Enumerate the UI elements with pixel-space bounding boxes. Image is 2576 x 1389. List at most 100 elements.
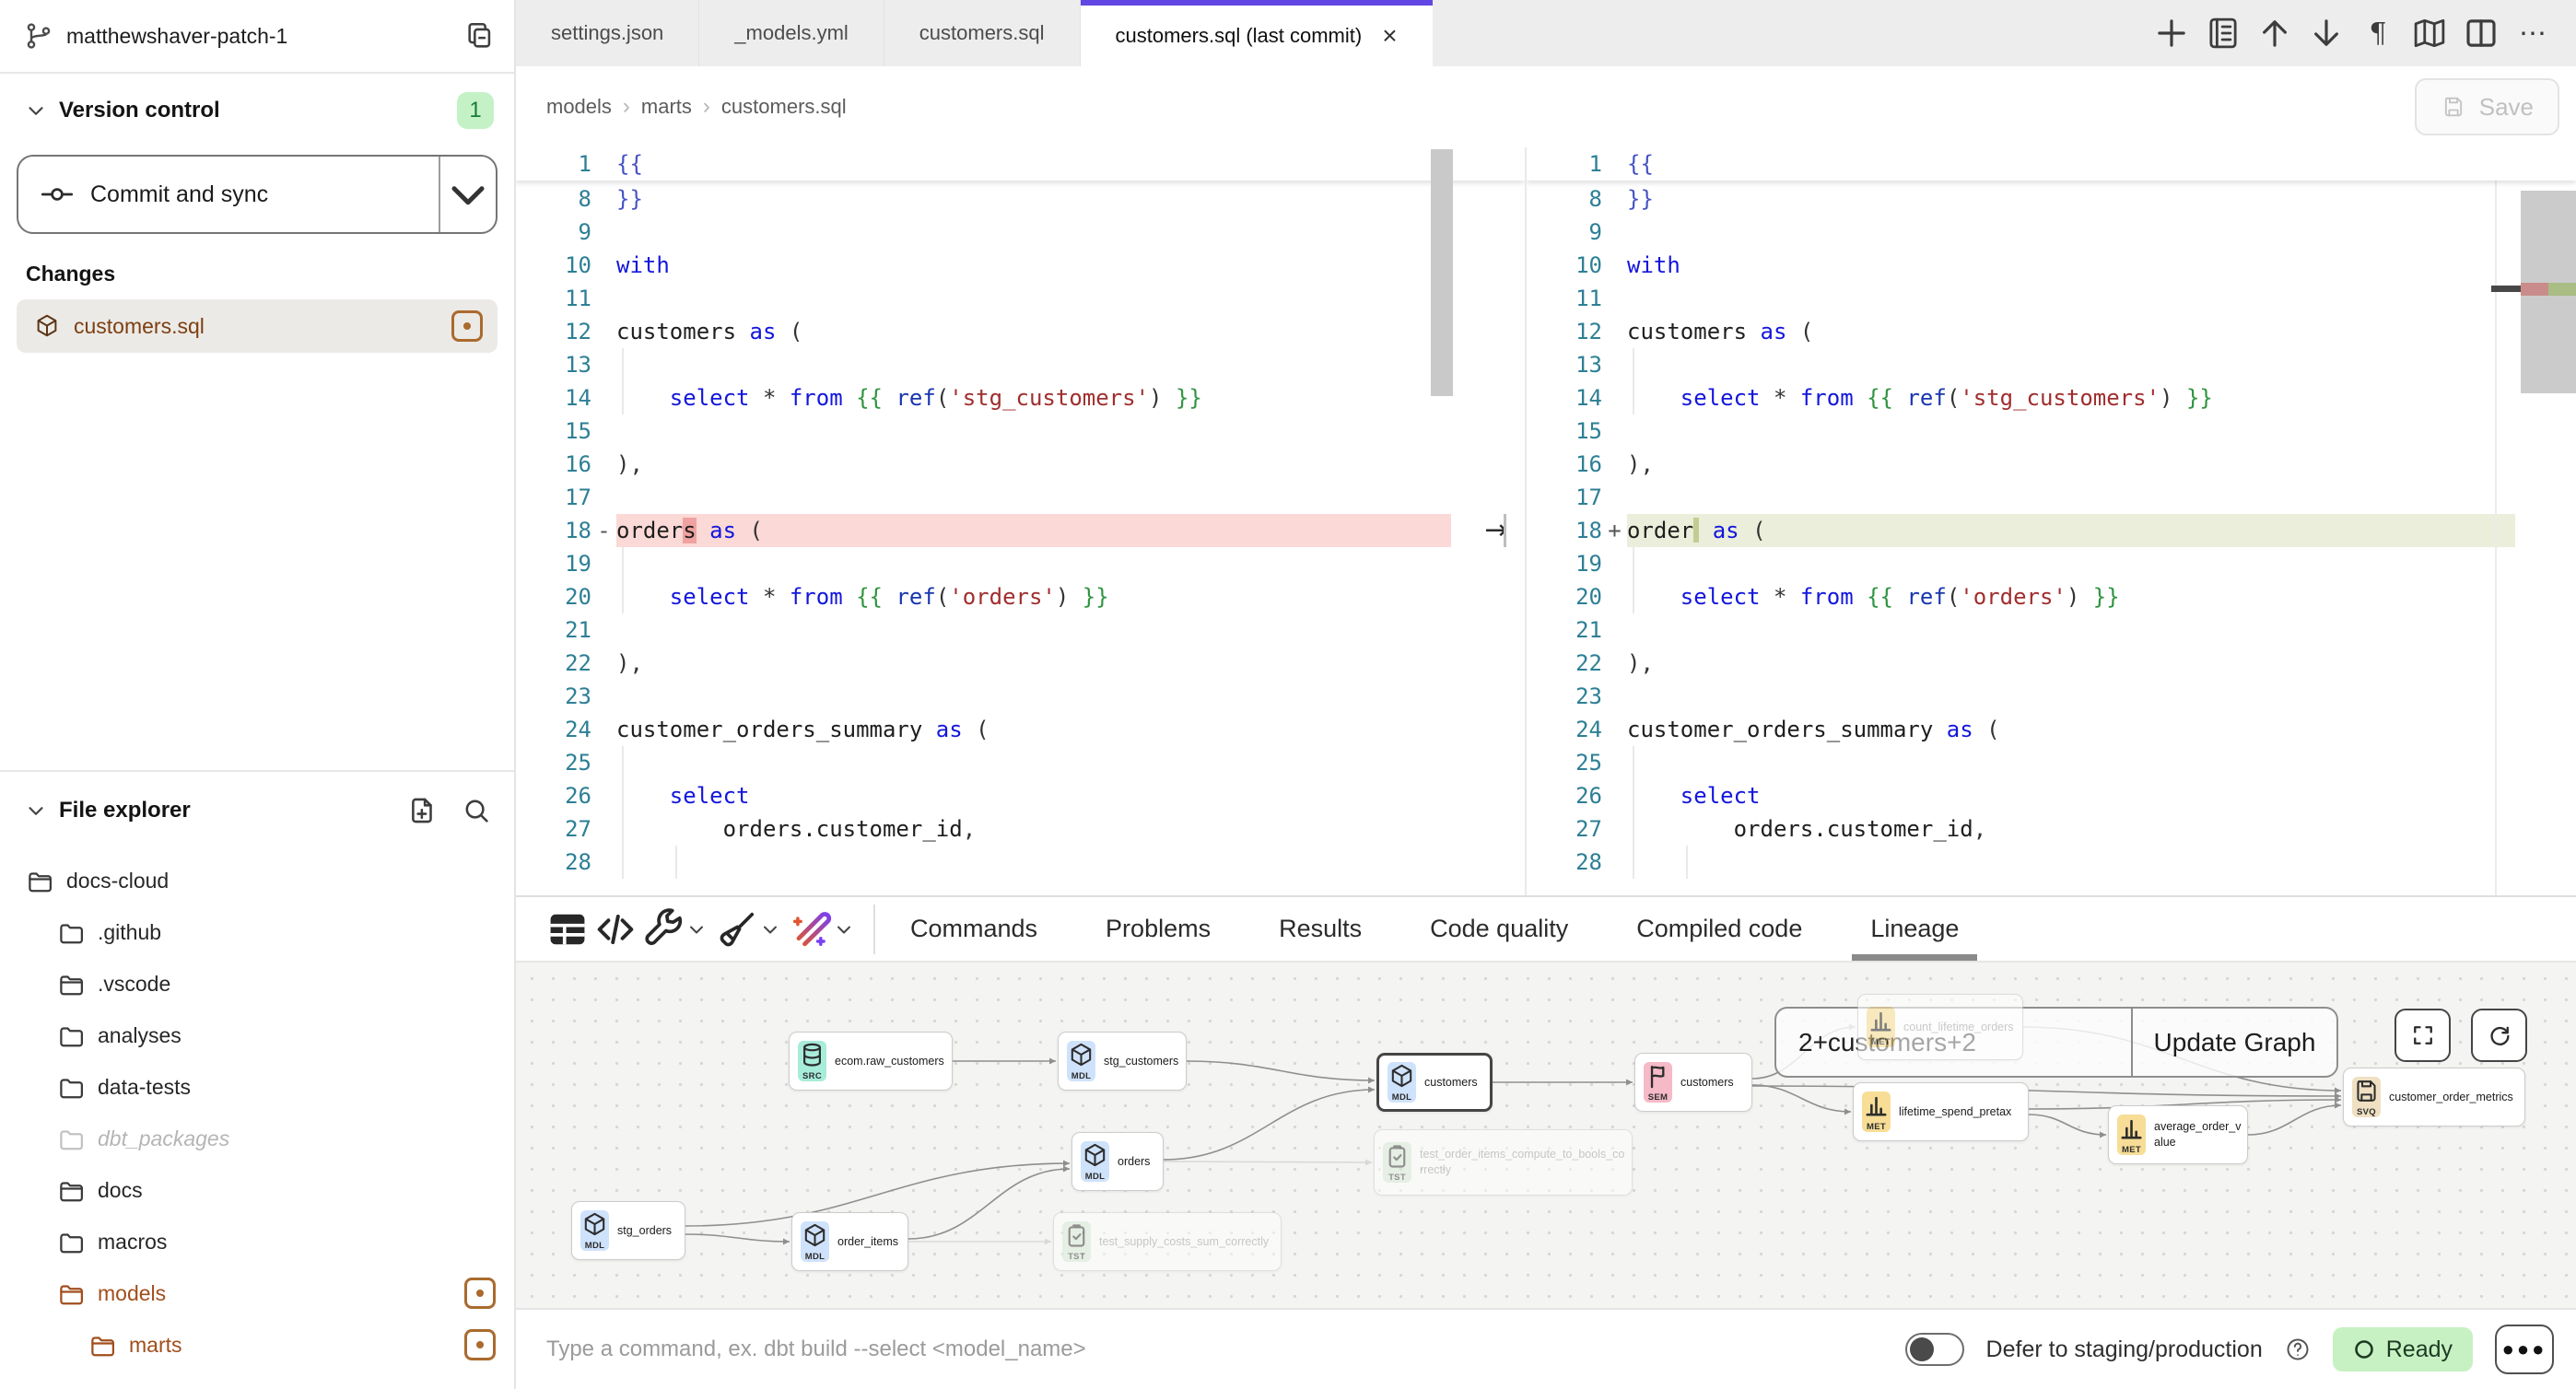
commit-and-sync-button[interactable]: Commit and sync (17, 155, 498, 234)
more-options-button[interactable]: ●●● (2495, 1325, 2554, 1374)
editor-header: models›marts›customers.sql Save (516, 66, 2576, 147)
diff-pane-original[interactable]: 8}}910with1112customers as (1314 select … (516, 147, 1527, 895)
tab-settings-json[interactable]: settings.json (516, 0, 699, 66)
file-tree-item-docs-cloud[interactable]: docs-cloud (0, 855, 514, 906)
lineage-node-lifetime_spend_pretax[interactable]: METlifetime_spend_pretax (1853, 1082, 2029, 1141)
tab-customers-sql-last-commit-[interactable]: customers.sql (last commit)× (1081, 0, 1433, 66)
chevron-down-icon[interactable] (24, 99, 48, 123)
lineage-node-ecom_raw_customers[interactable]: SRCecom.raw_customers (789, 1032, 953, 1091)
panel-tab-problems[interactable]: Problems (1102, 915, 1214, 943)
svq-badge: SVQ (2352, 1077, 2381, 1117)
lineage-node-customers_semantic[interactable]: SEMcustomers (1634, 1053, 1752, 1112)
code-icon[interactable] (591, 905, 639, 953)
ellipsis-icon[interactable]: ⋯ (2513, 14, 2552, 53)
tab-customers-sql[interactable]: customers.sql (884, 0, 1081, 66)
lineage-edge (2029, 1115, 2106, 1135)
commit-button-main[interactable]: Commit and sync (18, 157, 439, 232)
defer-toggle[interactable] (1905, 1333, 1964, 1366)
chevron-down-icon[interactable] (759, 918, 781, 940)
fullscreen-button[interactable] (2395, 1009, 2451, 1062)
breadcrumb-item[interactable]: customers.sql (721, 95, 847, 119)
split-view-icon[interactable] (2462, 14, 2500, 53)
diff-pane-modified[interactable]: 8}}910with1112customers as (1314 select … (1527, 147, 2576, 895)
chevron-down-icon[interactable] (685, 918, 708, 940)
build-icon[interactable] (639, 905, 687, 953)
file-tree-item-macros[interactable]: macros (0, 1216, 514, 1267)
arrow-up-icon[interactable] (2255, 14, 2294, 53)
mdl-badge: MDL (801, 1221, 829, 1262)
panel-tab-results[interactable]: Results (1275, 915, 1365, 943)
lineage-node-customer_order_metrics[interactable]: SVQcustomer_order_metrics (2343, 1068, 2525, 1126)
panel-tab-code-quality[interactable]: Code quality (1426, 915, 1572, 943)
lineage-node-customers_model[interactable]: MDLcustomers (1376, 1053, 1493, 1112)
file-tree-item-data-tests[interactable]: data-tests (0, 1061, 514, 1113)
arrow-down-icon[interactable] (2307, 14, 2346, 53)
chevron-down-icon[interactable] (24, 799, 48, 823)
file-tree-item-docs[interactable]: docs (0, 1164, 514, 1216)
panel-tab-commands[interactable]: Commands (907, 915, 1041, 943)
file-tree-item-dot-vscode[interactable]: .vscode (0, 958, 514, 1010)
file-tree-item-models[interactable]: models (0, 1267, 514, 1319)
format-icon[interactable] (713, 905, 761, 953)
revert-diff-arrow-icon[interactable]: → (1478, 514, 1515, 547)
breadcrumb-item[interactable]: marts (641, 95, 692, 119)
code-line-17: 17 (516, 481, 1451, 514)
node-label: test_order_items_compute_to_bools_correc… (1420, 1147, 1632, 1178)
code-line-28: 28 (1527, 846, 2515, 879)
code-line-9: 9 (1527, 216, 2515, 249)
diff-editor[interactable]: 8}}910with1112customers as (1314 select … (516, 147, 2576, 895)
file-tree-item-marts[interactable]: marts (0, 1319, 514, 1371)
changed-file-name: customers.sql (74, 314, 451, 339)
changed-file-row[interactable]: customers.sql (17, 299, 498, 353)
map-icon[interactable] (2410, 14, 2449, 53)
save-button[interactable]: Save (2415, 78, 2559, 135)
sem-badge: SEM (1644, 1062, 1672, 1103)
file-list-icon[interactable] (2204, 14, 2242, 53)
file-explorer-header[interactable]: File explorer (0, 788, 514, 833)
results-table-icon[interactable] (544, 905, 591, 953)
code-line-24: 24customer_orders_summary as ( (516, 713, 1451, 746)
command-input[interactable]: Type a command, ex. dbt build --select <… (516, 1336, 1086, 1362)
lineage-node-average_order_value[interactable]: METaverage_order_value (2108, 1105, 2248, 1164)
update-graph-button[interactable]: Update Graph (2133, 1009, 2336, 1076)
lineage-node-stg_orders[interactable]: MDLstg_orders (571, 1201, 685, 1260)
lineage-node-test_order_items_compute_to_bools_correctly[interactable]: TSTtest_order_items_compute_to_bools_cor… (1374, 1129, 1633, 1196)
new-file-icon[interactable] (407, 795, 439, 826)
status-badge[interactable]: Ready (2333, 1327, 2473, 1371)
version-control-header[interactable]: Version control 1 (0, 88, 514, 133)
copy-branch-icon[interactable] (464, 20, 496, 52)
file-tree-item-dot-github[interactable]: .github (0, 906, 514, 958)
panel-tab-lineage[interactable]: Lineage (1867, 915, 1962, 943)
file-tree-item-dbt_packages[interactable]: dbt_packages (0, 1113, 514, 1164)
scrollbar-thumb[interactable] (1431, 149, 1453, 396)
close-icon[interactable]: × (1382, 23, 1397, 49)
refresh-graph-button[interactable] (2471, 1009, 2527, 1062)
status-label: Ready (2386, 1336, 2453, 1363)
code-line-27: 27 orders.customer_id, (1527, 812, 2515, 846)
diff-sash (1504, 514, 1506, 547)
panel-tab-compiled-code[interactable]: Compiled code (1633, 915, 1806, 943)
search-icon[interactable] (461, 795, 492, 826)
lineage-node-stg_customers[interactable]: MDLstg_customers (1058, 1032, 1187, 1091)
lineage-canvas[interactable]: SRCecom.raw_customers MDLstg_customers MDL… (516, 963, 2576, 1310)
code-line-13: 13 (516, 348, 1451, 381)
code-line-25: 25 (516, 746, 1451, 779)
plus-icon[interactable] (2152, 14, 2191, 53)
lineage-node-order_items[interactable]: MDLorder_items (791, 1212, 908, 1271)
help-icon[interactable] (2285, 1336, 2311, 1362)
pilcrow-icon[interactable]: ¶ (2359, 14, 2397, 53)
code-line-13: 13 (1527, 348, 2515, 381)
lineage-node-orders[interactable]: MDLorders (1071, 1132, 1164, 1191)
breadcrumb-item[interactable]: models (546, 95, 612, 119)
code-line-16: 16), (1527, 448, 2515, 481)
file-tree-label: analyses (98, 1023, 496, 1048)
file-tree-item-analyses[interactable]: analyses (0, 1010, 514, 1061)
lineage-node-test_supply_costs_sum_correctly[interactable]: TSTtest_supply_costs_sum_correctly (1053, 1212, 1282, 1271)
commit-options-dropdown[interactable] (440, 157, 496, 232)
lineage-node-count_lifetime_orders[interactable]: METcount_lifetime_orders (1857, 994, 2023, 1060)
tab--models-yml[interactable]: _models.yml (699, 0, 884, 66)
chevron-down-icon[interactable] (833, 918, 855, 940)
file-tree-label: docs-cloud (66, 869, 496, 893)
node-label: average_order_value (2154, 1119, 2247, 1150)
ai-fix-icon[interactable] (787, 905, 835, 953)
